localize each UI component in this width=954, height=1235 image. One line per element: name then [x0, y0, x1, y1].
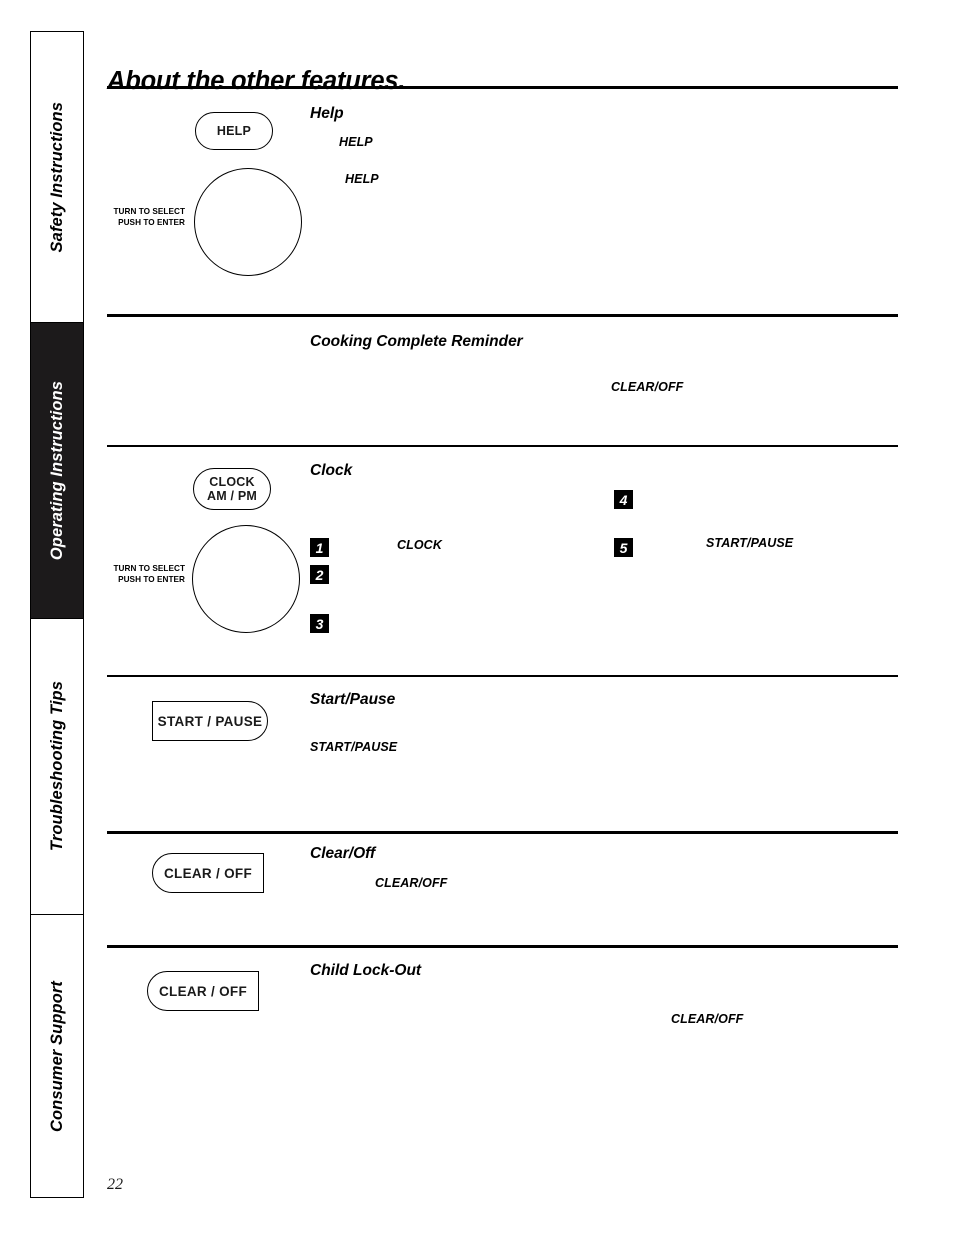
selector-knob-clock[interactable] — [192, 525, 300, 633]
page-title: About the other features. — [107, 67, 406, 96]
section-heading-help: Help — [310, 105, 344, 122]
sidebar-item-label: Consumer Support — [47, 981, 66, 1133]
page-number: 22 — [107, 1176, 123, 1193]
child-lockout-inline-label-1: CLEAR/OFF — [671, 1012, 744, 1026]
section-heading-clock: Clock — [310, 462, 353, 479]
step-chip-4: 4 — [614, 490, 633, 509]
manual-page: Safety Instructions Operating Instructio… — [0, 0, 954, 1235]
selector-knob-help[interactable] — [194, 168, 302, 276]
sidebar-item-label: Operating Instructions — [47, 380, 66, 561]
sidebar-tab-strip: Safety Instructions Operating Instructio… — [30, 31, 84, 1198]
section-heading-clear-off: Clear/Off — [310, 845, 376, 862]
clock-am-pm-button[interactable]: CLOCK AM / PM — [193, 468, 271, 510]
sidebar-item-troubleshooting-tips[interactable]: Troubleshooting Tips — [31, 618, 83, 914]
step-chip-1: 1 — [310, 538, 329, 557]
content-column: About the other features. HELP TURN TO S… — [107, 0, 913, 1235]
section-divider — [107, 675, 898, 677]
start-pause-button-label: START / PAUSE — [157, 713, 263, 729]
knob-caption-line-1: TURN TO SELECT — [113, 564, 185, 573]
clock-inline-label-2: START/PAUSE — [706, 536, 794, 550]
sidebar-item-operating-instructions[interactable]: Operating Instructions — [31, 322, 83, 618]
section-divider — [107, 86, 898, 90]
start-pause-inline-label-1: START/PAUSE — [310, 740, 398, 754]
help-inline-label-1: HELP — [339, 135, 373, 149]
section-heading-start-pause: Start/Pause — [310, 691, 396, 708]
start-pause-button[interactable]: START / PAUSE — [152, 701, 268, 741]
knob-caption-line-2: PUSH TO ENTER — [118, 218, 185, 228]
section-heading-child-lock-out: Child Lock-Out — [310, 962, 422, 979]
knob-caption-clock: TURN TO SELECT PUSH TO ENTER — [105, 563, 185, 585]
step-chip-2: 2 — [310, 565, 329, 584]
step-chip-5: 5 — [614, 538, 633, 557]
sidebar-item-safety-instructions[interactable]: Safety Instructions — [31, 32, 83, 322]
section-divider — [107, 945, 898, 949]
clear-off-button-label: CLEAR / OFF — [163, 865, 253, 881]
clock-button-label-line-2: AM / PM — [206, 489, 257, 503]
step-chip-3: 3 — [310, 614, 329, 633]
section-divider — [107, 314, 898, 318]
help-button[interactable]: HELP — [195, 112, 273, 150]
clock-inline-label-1: CLOCK — [397, 538, 442, 552]
child-lockout-button-label: CLEAR / OFF — [158, 983, 248, 999]
section-heading-cooking-complete-reminder: Cooking Complete Reminder — [310, 333, 523, 350]
clear-off-inline-label-1: CLEAR/OFF — [375, 876, 448, 890]
clear-off-button[interactable]: CLEAR / OFF — [152, 853, 264, 893]
sidebar-item-label: Troubleshooting Tips — [47, 681, 66, 852]
help-button-label: HELP — [216, 124, 252, 138]
knob-caption-line-2: PUSH TO ENTER — [118, 575, 185, 585]
sidebar-item-consumer-support[interactable]: Consumer Support — [31, 914, 83, 1199]
knob-caption-help: TURN TO SELECT PUSH TO ENTER — [105, 206, 185, 228]
knob-caption-line-1: TURN TO SELECT — [113, 207, 185, 216]
section-divider — [107, 831, 898, 835]
cooking-complete-inline-label-1: CLEAR/OFF — [611, 380, 684, 394]
section-divider — [107, 445, 898, 447]
child-lockout-clear-off-button[interactable]: CLEAR / OFF — [147, 971, 259, 1011]
clock-button-label-line-1: CLOCK — [209, 475, 255, 489]
help-inline-label-2: HELP — [345, 172, 379, 186]
sidebar-item-label: Safety Instructions — [47, 101, 66, 253]
